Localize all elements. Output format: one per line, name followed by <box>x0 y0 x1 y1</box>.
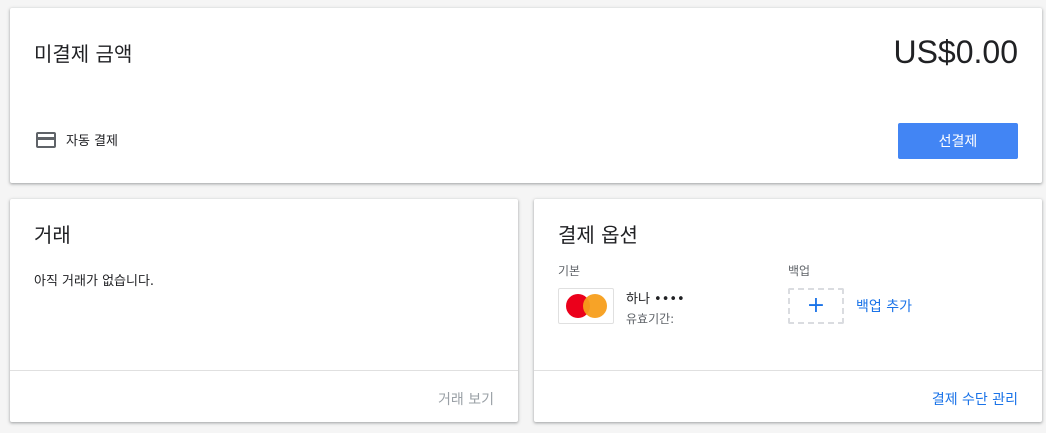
balance-amount: US$0.00 <box>893 34 1018 70</box>
add-backup-link[interactable]: 백업 추가 <box>856 296 912 316</box>
divider <box>534 370 1042 371</box>
mastercard-icon <box>558 288 614 324</box>
prepay-button[interactable]: 선결제 <box>898 123 1018 159</box>
primary-label: 기본 <box>558 264 581 278</box>
plus-icon: + <box>806 293 826 318</box>
view-transactions-link[interactable]: 거래 보기 <box>438 389 494 409</box>
balance-card: 미결제 금액 US$0.00 자동 결제 선결제 <box>10 8 1042 183</box>
divider <box>10 370 518 371</box>
payment-options-title: 결제 옵션 <box>558 223 638 247</box>
mastercard-orange-circle <box>583 294 607 318</box>
transactions-empty-text: 아직 거래가 없습니다. <box>34 274 155 289</box>
add-backup-button[interactable]: + <box>788 288 844 324</box>
card-expiry-label: 유효기간: <box>626 312 675 326</box>
manage-payment-methods-link[interactable]: 결제 수단 관리 <box>932 389 1018 409</box>
backup-label: 백업 <box>788 264 811 278</box>
payment-options-card: 결제 옵션 기본 백업 하나 •••• 유효기간: + 백업 추가 결제 수단 … <box>534 199 1042 422</box>
transactions-card: 거래 아직 거래가 없습니다. 거래 보기 <box>10 199 518 422</box>
autopay-label: 자동 결제 <box>66 134 118 149</box>
balance-title: 미결제 금액 <box>34 42 133 66</box>
transactions-title: 거래 <box>34 223 71 247</box>
credit-card-icon <box>36 131 56 148</box>
card-name: 하나 •••• <box>626 292 685 307</box>
autopay-status: 자동 결제 <box>36 130 118 149</box>
